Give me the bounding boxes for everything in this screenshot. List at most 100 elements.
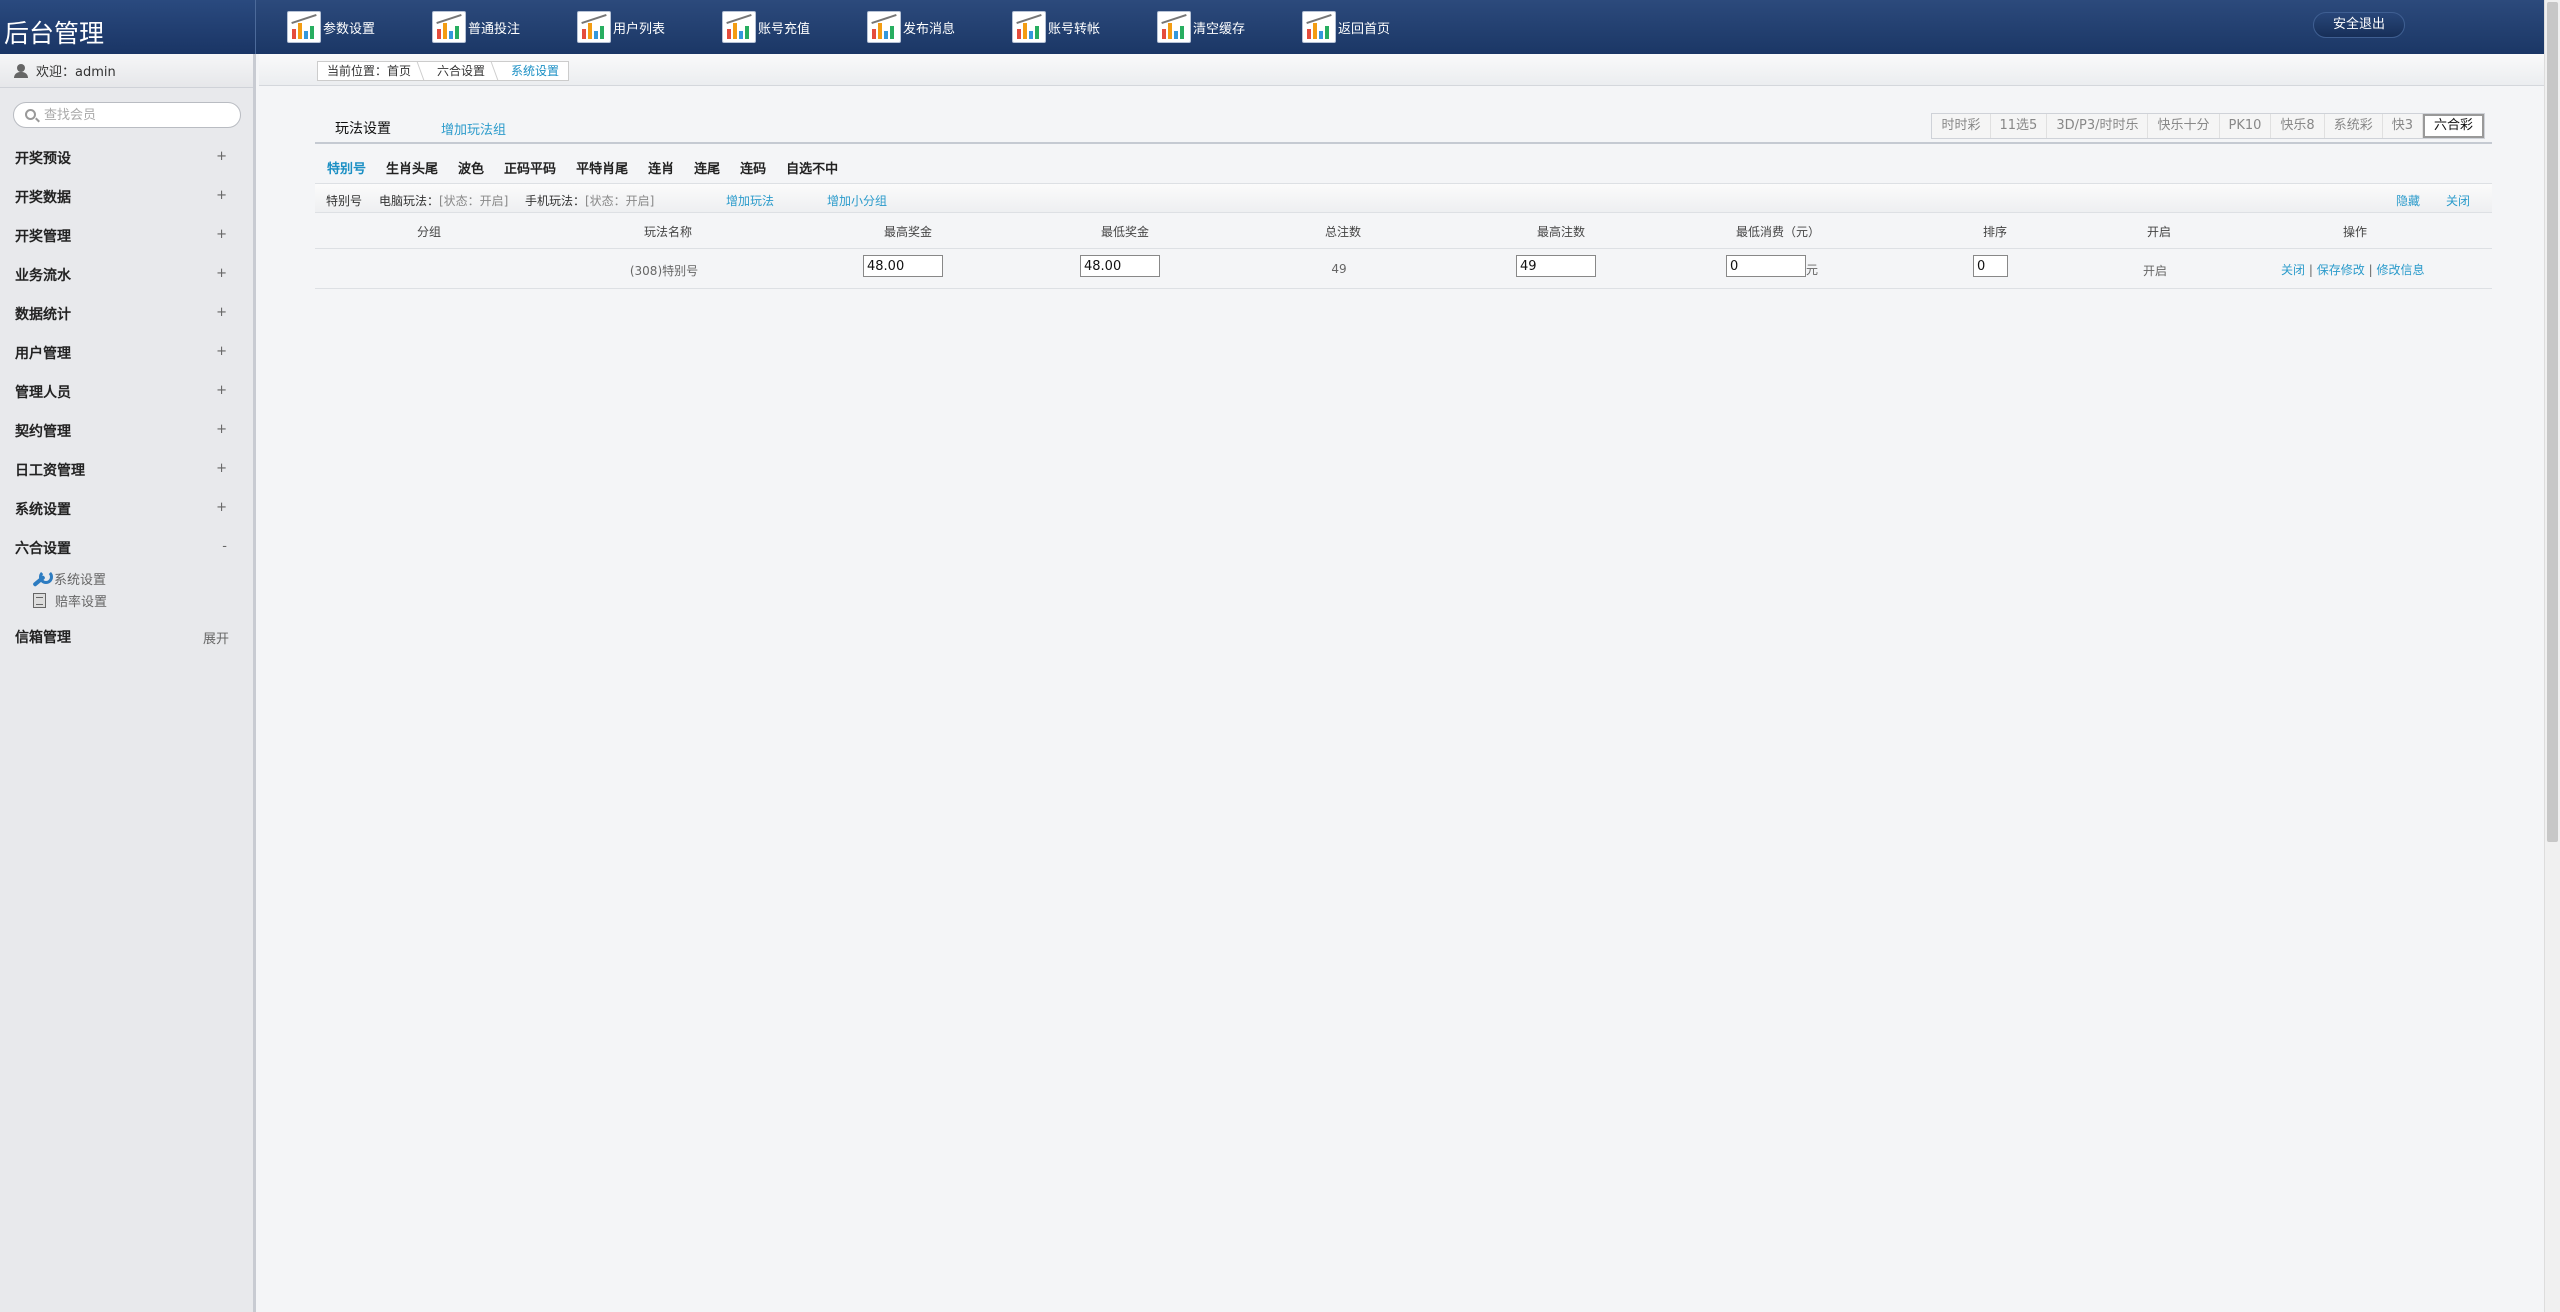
submenu-system-settings[interactable]: 系统设置 bbox=[0, 567, 253, 589]
tab-ssc[interactable]: 时时彩 bbox=[1932, 114, 1991, 138]
expand-toggle[interactable]: + bbox=[216, 188, 227, 203]
search-icon bbox=[25, 109, 36, 120]
tab-11x5[interactable]: 11选5 bbox=[1991, 114, 2048, 138]
max-bonus-input[interactable] bbox=[863, 255, 943, 277]
expand-toggle[interactable]: + bbox=[216, 383, 227, 398]
tab-liuhecai[interactable]: 六合彩 bbox=[2422, 114, 2484, 138]
tab-add-play-group[interactable]: 增加玩法组 bbox=[441, 119, 506, 138]
menu-contracts[interactable]: 契约管理 + bbox=[0, 411, 253, 450]
nav-transfer[interactable]: 账号转帐 bbox=[1012, 10, 1100, 44]
logo-area: 后台管理 bbox=[0, 0, 256, 54]
tab-kl8[interactable]: 快乐8 bbox=[2271, 114, 2325, 138]
nav-messages[interactable]: 发布消息 bbox=[867, 10, 955, 44]
action-divider: | bbox=[2308, 263, 2313, 277]
menu-admins[interactable]: 管理人员 + bbox=[0, 372, 253, 411]
menu-label: 信箱管理 bbox=[15, 629, 71, 646]
wrench-icon bbox=[31, 570, 53, 586]
menu-statistics[interactable]: 数据统计 + bbox=[0, 294, 253, 333]
nav-label: 账号转帐 bbox=[1048, 21, 1101, 37]
subtab-linked-number[interactable]: 连码 bbox=[740, 158, 766, 177]
expand-toggle[interactable]: + bbox=[216, 461, 227, 476]
sidebar: 欢迎：admin 开奖预设 + 开奖数据 + 开奖管理 + 业务流水 + 数据统计 + 用… bbox=[0, 54, 256, 1312]
breadcrumb-bar: 当前位置：首页 六合设置 系统设置 bbox=[259, 54, 2544, 86]
menu-liuhe-settings[interactable]: 六合设置 - bbox=[0, 528, 253, 567]
menu-mailbox[interactable]: 信箱管理 展开 bbox=[0, 617, 253, 656]
top-bar: 后台管理 参数设置 普通投注 用户列表 账号充值 发布消息 账号转帐 清空缓存 … bbox=[0, 0, 2560, 54]
subtab-special-number[interactable]: 特别号 bbox=[327, 158, 366, 177]
nav-home[interactable]: 返回首页 bbox=[1302, 10, 1390, 44]
tab-system-lottery[interactable]: 系统彩 bbox=[2325, 114, 2383, 138]
subtab-zodiac-head-tail[interactable]: 生肖头尾 bbox=[386, 158, 438, 177]
col-actions: 操作 bbox=[2342, 225, 2368, 239]
edit-info-link[interactable]: 修改信息 bbox=[2376, 263, 2424, 277]
add-play-link[interactable]: 增加玩法 bbox=[726, 192, 774, 209]
chart-icon bbox=[722, 11, 756, 43]
menu-system-settings[interactable]: 系统设置 + bbox=[0, 489, 253, 528]
tab-k3[interactable]: 快3 bbox=[2383, 114, 2423, 138]
hide-link[interactable]: 隐藏 bbox=[2396, 192, 2420, 209]
expand-toggle[interactable]: + bbox=[216, 266, 227, 281]
sort-input[interactable] bbox=[1973, 255, 2008, 277]
tab-kl10[interactable]: 快乐十分 bbox=[2148, 114, 2220, 138]
expand-toggle[interactable]: + bbox=[216, 422, 227, 437]
menu-draw-preset[interactable]: 开奖预设 + bbox=[0, 138, 253, 177]
nav-bets[interactable]: 普通投注 bbox=[432, 10, 520, 44]
subtab-color-wave[interactable]: 波色 bbox=[458, 158, 484, 177]
expand-toggle[interactable]: + bbox=[216, 344, 227, 359]
document-icon bbox=[33, 592, 46, 608]
expand-toggle[interactable]: + bbox=[216, 500, 227, 515]
mobile-play-status[interactable]: [状态：开启] bbox=[585, 192, 654, 209]
tab-3d[interactable]: 3D/P3/时时乐 bbox=[2047, 114, 2149, 138]
menu-label: 业务流水 bbox=[15, 267, 71, 284]
menu-user-manage[interactable]: 用户管理 + bbox=[0, 333, 253, 372]
expand-toggle[interactable]: + bbox=[216, 149, 227, 164]
chart-icon bbox=[1012, 11, 1046, 43]
breadcrumb-liuhe[interactable]: 六合设置 bbox=[428, 62, 494, 80]
logout-button[interactable]: 安全退出 bbox=[2313, 12, 2405, 38]
menu-daily-wage[interactable]: 日工资管理 + bbox=[0, 450, 253, 489]
pc-play-status[interactable]: [状态：开启] bbox=[439, 192, 508, 209]
pc-play-label: 电脑玩法： bbox=[379, 194, 440, 208]
nav-recharge[interactable]: 账号充值 bbox=[722, 10, 810, 44]
nav-clear-cache[interactable]: 清空缓存 bbox=[1157, 10, 1245, 44]
subtab-self-select[interactable]: 自选不中 bbox=[786, 158, 838, 177]
subtab-linked-tail[interactable]: 连尾 bbox=[694, 158, 720, 177]
menu-business-flow[interactable]: 业务流水 + bbox=[0, 255, 253, 294]
breadcrumb-home[interactable]: 当前位置：首页 bbox=[318, 62, 420, 80]
nav-label: 账号充值 bbox=[758, 21, 811, 37]
col-group: 分组 bbox=[416, 225, 442, 239]
nav-params[interactable]: 参数设置 bbox=[287, 10, 375, 44]
app-logo: 后台管理 bbox=[4, 19, 105, 48]
col-total-bets: 总注数 bbox=[1324, 225, 1362, 239]
min-bonus-input[interactable] bbox=[1080, 255, 1160, 277]
tab-pk10[interactable]: PK10 bbox=[2220, 114, 2272, 138]
col-max-bonus: 最高奖金 bbox=[883, 225, 933, 239]
save-changes-link[interactable]: 保存修改 bbox=[2317, 263, 2365, 277]
menu-label: 开奖管理 bbox=[15, 228, 71, 245]
scrollbar-thumb[interactable] bbox=[2547, 2, 2558, 842]
min-spend-input[interactable] bbox=[1726, 255, 1806, 277]
subtab-pingte-zodiac[interactable]: 平特肖尾 bbox=[576, 158, 628, 177]
add-subgroup-link[interactable]: 增加小分组 bbox=[827, 192, 887, 209]
table-row: (308)特别号 49 元 开启 关闭 | 保存修改 | 修改信息 bbox=[315, 249, 2492, 289]
close-play-link[interactable]: 关闭 bbox=[2281, 263, 2305, 277]
member-search bbox=[13, 102, 241, 128]
expand-toggle[interactable]: + bbox=[216, 305, 227, 320]
submenu-odds-settings[interactable]: 赔率设置 bbox=[0, 589, 253, 611]
welcome-bar: 欢迎：admin bbox=[0, 54, 253, 88]
expand-toggle[interactable]: 展开 bbox=[203, 628, 229, 647]
subtab-linked-zodiac[interactable]: 连肖 bbox=[648, 158, 674, 177]
search-input[interactable] bbox=[13, 102, 241, 128]
menu-draw-manage[interactable]: 开奖管理 + bbox=[0, 216, 253, 255]
page-scrollbar[interactable] bbox=[2544, 0, 2560, 1312]
tab-play-settings[interactable]: 玩法设置 bbox=[335, 118, 391, 138]
close-link[interactable]: 关闭 bbox=[2446, 192, 2470, 209]
max-bets-input[interactable] bbox=[1516, 255, 1596, 277]
nav-users[interactable]: 用户列表 bbox=[577, 10, 665, 44]
action-divider: | bbox=[2368, 263, 2373, 277]
nav-label: 用户列表 bbox=[613, 21, 666, 37]
subtab-regular-number[interactable]: 正码平码 bbox=[504, 158, 556, 177]
expand-toggle[interactable]: + bbox=[216, 227, 227, 242]
menu-draw-data[interactable]: 开奖数据 + bbox=[0, 177, 253, 216]
collapse-toggle[interactable]: - bbox=[222, 539, 227, 554]
